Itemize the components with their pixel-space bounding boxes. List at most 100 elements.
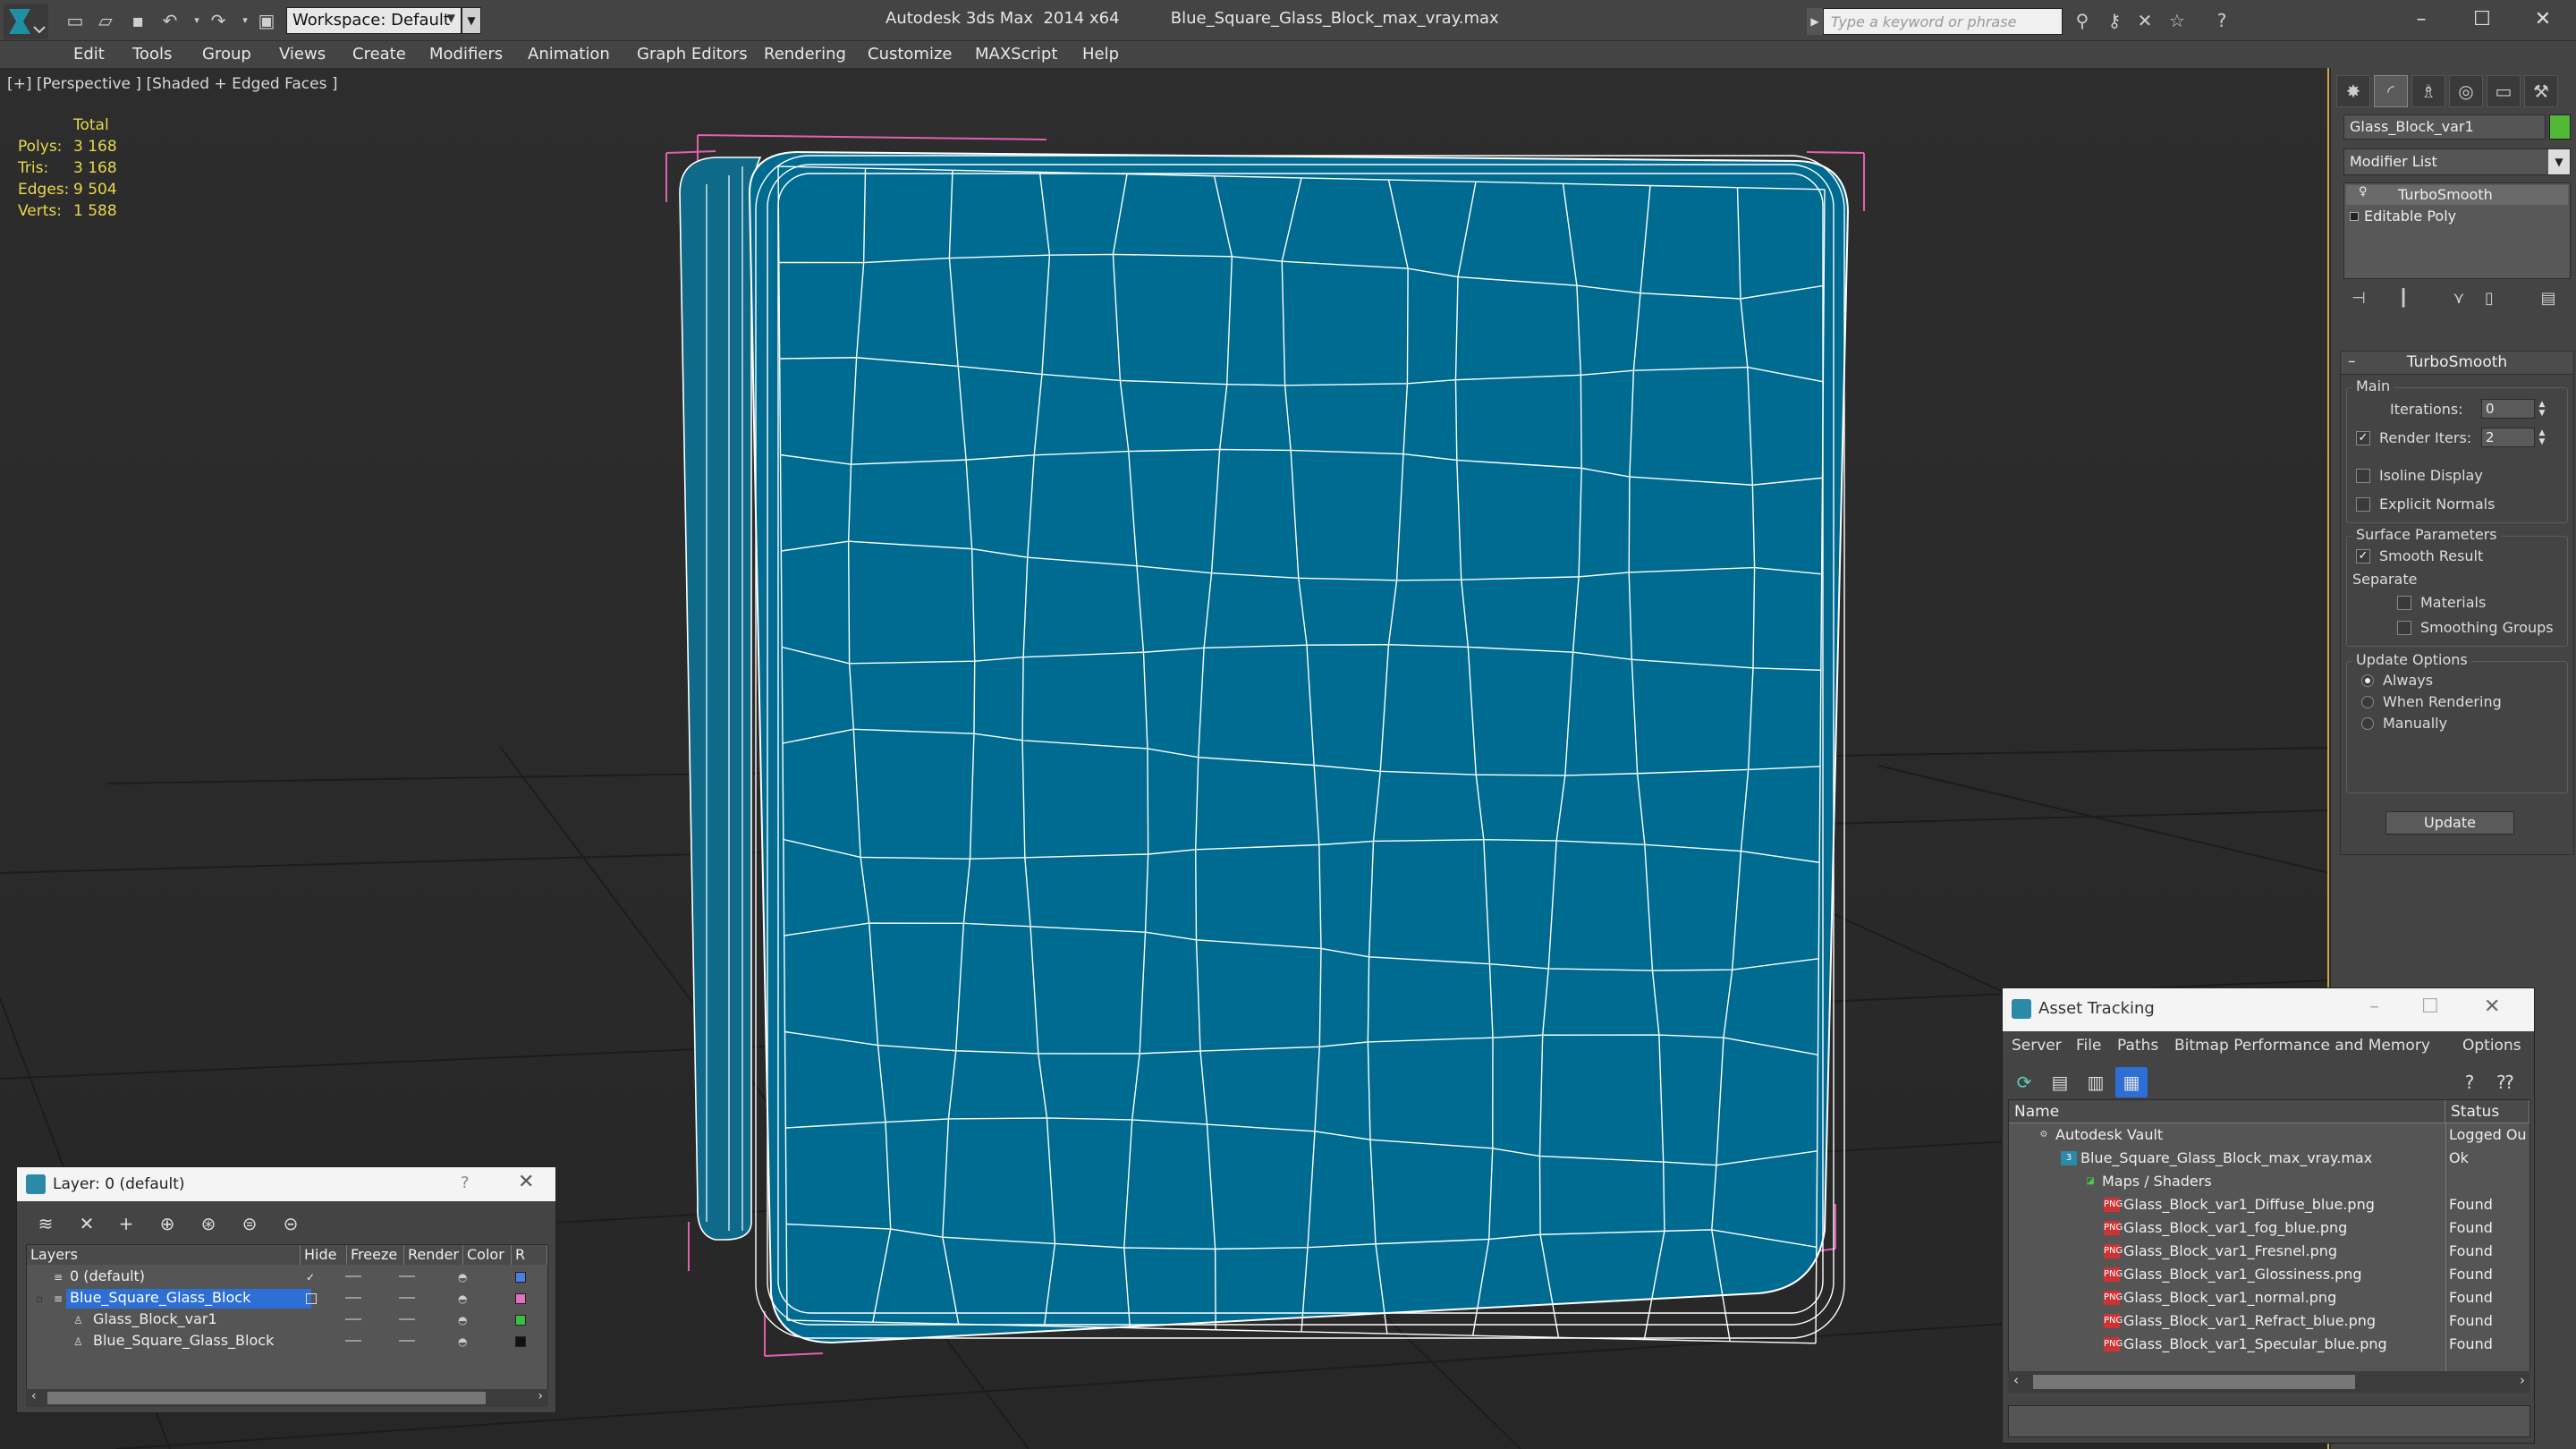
display-tab-icon[interactable]: ▭	[2487, 75, 2521, 107]
asset-row[interactable]: PNG Glass_Block_var1_Fresnel.png Found	[2009, 1240, 2529, 1263]
menu-paths[interactable]: Paths	[2117, 1037, 2158, 1055]
menu-maxscript[interactable]: MAXScript	[975, 45, 1057, 64]
minimize-icon[interactable]: –	[2369, 996, 2379, 1018]
menu-group[interactable]: Group	[202, 45, 251, 64]
materials-checkbox[interactable]	[2397, 596, 2411, 610]
hide-all-layers-icon[interactable]: ⊝	[276, 1210, 305, 1237]
glass-block-mesh[interactable]	[679, 150, 1850, 1344]
project-folder-icon[interactable]: ▣	[254, 9, 279, 32]
smooth-result-checkbox[interactable]: ✓	[2356, 549, 2370, 564]
open-file-icon[interactable]: ▱	[93, 9, 118, 32]
col-freeze[interactable]: Freeze	[347, 1245, 404, 1265]
refresh-icon[interactable]: ⟳	[2008, 1067, 2040, 1097]
delete-layer-icon[interactable]: ✕	[72, 1210, 101, 1237]
help-icon[interactable]: ?	[2453, 1067, 2486, 1097]
layer-color-swatch[interactable]	[515, 1272, 526, 1283]
iterations-spinner[interactable]: 0 ▲ ▼	[2481, 399, 2545, 419]
help-icon[interactable]: ?	[2209, 9, 2234, 32]
manually-radio[interactable]	[2361, 717, 2374, 730]
stack-item-editable-poly[interactable]: Editable Poly	[2346, 207, 2568, 226]
layer-row[interactable]: ♙ Blue_Square_Glass_Block ◓	[27, 1331, 547, 1352]
col-color[interactable]: Color	[463, 1245, 512, 1265]
menu-server[interactable]: Server	[2012, 1037, 2062, 1055]
col-layers[interactable]: Layers	[27, 1245, 301, 1265]
app-logo-icon[interactable]	[4, 4, 48, 39]
binoculars-icon[interactable]: ⚲	[2070, 9, 2095, 32]
configure-sets-icon[interactable]: ▤	[2533, 286, 2563, 311]
maximize-icon[interactable]: ☐	[2453, 4, 2512, 36]
lightbulb-icon[interactable]: ♀	[2359, 186, 2369, 198]
maximize-icon[interactable]: ☐	[2421, 996, 2439, 1018]
motion-tab-icon[interactable]: ◎	[2449, 75, 2483, 107]
scroll-left-icon[interactable]: ‹	[31, 1389, 37, 1403]
hierarchy-tab-icon[interactable]: ♗	[2411, 75, 2445, 107]
close-icon[interactable]: ✕	[2484, 996, 2500, 1018]
search-expand-icon[interactable]: ▶	[1807, 8, 1823, 35]
smoothing-groups-checkbox[interactable]	[2397, 621, 2411, 635]
menu-edit[interactable]: Edit	[73, 45, 105, 64]
asset-row[interactable]: ◪ Maps / Shaders	[2009, 1170, 2529, 1193]
layer-row[interactable]: ▫ ≡ Blue_Square_Glass_Block ◓	[27, 1288, 547, 1309]
layer-horizontal-scrollbar[interactable]: ‹ ›	[26, 1389, 548, 1407]
list-view-icon[interactable]: ▤	[2044, 1067, 2076, 1097]
hide-toggle[interactable]	[345, 1318, 361, 1320]
asset-row[interactable]: PNG Glass_Block_var1_Diffuse_blue.png Fo…	[2009, 1193, 2529, 1216]
hide-toggle[interactable]	[345, 1340, 361, 1342]
freeze-toggle[interactable]	[399, 1275, 415, 1277]
spinner-arrows-icon[interactable]: ▲ ▼	[2536, 400, 2548, 418]
asset-dialog-titlebar[interactable]: Asset Tracking – ☐ ✕	[2003, 988, 2534, 1031]
table-view-icon[interactable]: ▥	[2080, 1067, 2112, 1097]
grid-view-icon[interactable]: ▦	[2115, 1067, 2148, 1097]
options-help-icon[interactable]: ⁇	[2489, 1067, 2521, 1097]
select-in-layer-icon[interactable]: ⊛	[194, 1210, 223, 1237]
menu-rendering[interactable]: Rendering	[764, 45, 846, 64]
asset-row[interactable]: PNG Glass_Block_var1_Specular_blue.png F…	[2009, 1333, 2529, 1356]
highlight-layer-icon[interactable]: ⊜	[235, 1210, 264, 1237]
col-render[interactable]: Render	[404, 1245, 463, 1265]
always-radio[interactable]	[2361, 674, 2374, 687]
menu-tools[interactable]: Tools	[132, 45, 172, 64]
asset-horizontal-scrollbar[interactable]: ‹ ›	[2008, 1371, 2530, 1393]
save-icon[interactable]: ▪	[125, 9, 150, 32]
object-name-field[interactable]: Glass_Block_var1	[2343, 114, 2546, 140]
render-teapot-icon[interactable]: ◓	[458, 1293, 470, 1304]
render-teapot-icon[interactable]: ◓	[458, 1336, 470, 1347]
when-rendering-radio[interactable]	[2361, 696, 2374, 708]
new-file-icon[interactable]: ▭	[63, 9, 88, 32]
asset-row[interactable]: PNG Glass_Block_var1_Glossiness.png Foun…	[2009, 1263, 2529, 1286]
workspace-menu-button[interactable]: ▼	[462, 7, 481, 34]
utilities-tab-icon[interactable]: ⚒	[2524, 75, 2558, 107]
add-layer-icon[interactable]: +	[112, 1210, 140, 1237]
object-color-swatch[interactable]	[2549, 114, 2571, 140]
update-button[interactable]: Update	[2385, 811, 2514, 835]
modify-tab-icon[interactable]: ◜	[2374, 75, 2408, 107]
collapse-icon[interactable]: ▫	[36, 1292, 47, 1305]
close-icon[interactable]: ✕	[518, 1171, 534, 1193]
asset-row[interactable]: PNG Glass_Block_var1_normal.png Found	[2009, 1286, 2529, 1309]
render-teapot-icon[interactable]: ◓	[458, 1315, 470, 1326]
menu-bitmap-performance[interactable]: Bitmap Performance and Memory	[2174, 1037, 2430, 1055]
asset-row[interactable]: 3 Blue_Square_Glass_Block_max_vray.max O…	[2009, 1147, 2529, 1170]
col-status[interactable]: Status	[2445, 1100, 2529, 1123]
asset-row[interactable]: PNG Glass_Block_var1_Refract_blue.png Fo…	[2009, 1309, 2529, 1333]
pin-stack-icon[interactable]: ⊣	[2343, 286, 2374, 311]
hide-toggle[interactable]	[345, 1297, 361, 1299]
close-icon[interactable]: ✕	[2513, 4, 2572, 36]
menu-file[interactable]: File	[2076, 1037, 2101, 1055]
freeze-toggle[interactable]	[399, 1340, 415, 1342]
layer-manager-icon[interactable]: ≋	[31, 1210, 60, 1237]
menu-views[interactable]: Views	[279, 45, 326, 64]
stack-item-turbosmooth[interactable]: ♀ TurboSmooth	[2346, 185, 2568, 205]
object-color-swatch[interactable]	[515, 1336, 526, 1347]
spinner-arrows-icon[interactable]: ▲ ▼	[2536, 428, 2548, 446]
help-icon[interactable]: ?	[461, 1174, 470, 1192]
asset-row[interactable]: PNG Glass_Block_var1_fog_blue.png Found	[2009, 1216, 2529, 1240]
show-end-result-icon[interactable]: ┃	[2388, 286, 2419, 311]
freeze-toggle[interactable]	[399, 1318, 415, 1320]
isoline-checkbox[interactable]	[2356, 469, 2370, 483]
modifier-list-dropdown[interactable]: Modifier List ▼	[2343, 148, 2571, 175]
col-name[interactable]: Name	[2009, 1100, 2445, 1123]
scroll-right-icon[interactable]: ›	[2520, 1372, 2525, 1388]
expand-icon[interactable]	[2350, 212, 2359, 221]
undo-icon[interactable]: ↶	[157, 9, 182, 32]
